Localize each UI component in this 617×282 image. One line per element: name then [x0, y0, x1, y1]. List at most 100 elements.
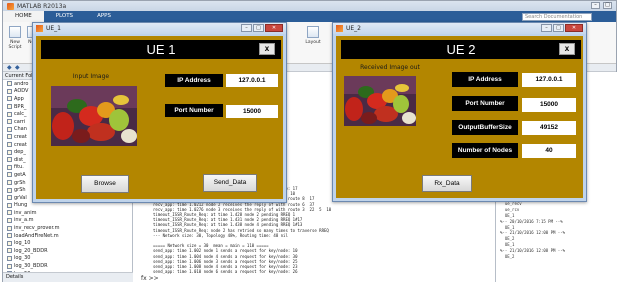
- ue1-titlebar: UE_1 – □ ✕: [33, 23, 286, 34]
- file-list-item[interactable]: log_10: [7, 239, 132, 247]
- ue1-close-button[interactable]: x: [259, 43, 275, 55]
- file-list-item[interactable]: log_20_BDDR: [7, 247, 132, 255]
- matlab-logo-icon: [336, 25, 343, 32]
- file-name: fitu.: [14, 164, 24, 171]
- layout-label: Layout: [305, 40, 321, 45]
- layout-icon: [307, 26, 319, 38]
- file-name: andro: [14, 80, 29, 87]
- file-name: grVal: [14, 194, 27, 201]
- search-documentation-input[interactable]: Search Documentation: [522, 13, 592, 21]
- command-output-line: send_app: time 1.010 node 6 sends a requ…: [153, 269, 298, 275]
- number-of-nodes-field[interactable]: 40: [522, 144, 576, 158]
- file-icon: [7, 164, 12, 170]
- send-data-button[interactable]: Send_Data: [203, 174, 257, 192]
- file-icon: [7, 233, 12, 239]
- minimize-icon[interactable]: –: [241, 24, 252, 32]
- tab-home[interactable]: HOME: [3, 11, 44, 22]
- ue1-header: UE 1: [41, 40, 281, 59]
- file-name: BPR_: [14, 103, 27, 110]
- file-name: inv_recv_prover.m: [14, 225, 60, 232]
- output-buffer-size-field[interactable]: 49152: [522, 121, 576, 135]
- ue2-window-title: UE_2: [346, 25, 361, 32]
- matlab-logo-icon: [36, 25, 43, 32]
- back-arrow-icon[interactable]: ◆: [7, 64, 12, 71]
- file-icon: [7, 210, 12, 216]
- maximize-icon[interactable]: □: [553, 24, 564, 32]
- tab-plots[interactable]: PLOTS: [44, 11, 85, 22]
- file-name: log_30: [14, 255, 31, 262]
- new-script-button[interactable]: New Script: [7, 26, 23, 50]
- ip-address-field[interactable]: 127.0.0.1: [226, 74, 278, 87]
- matlab-titlebar: MATLAB R2013a – □: [3, 1, 616, 11]
- history-entry[interactable]: UE_2: [500, 254, 565, 260]
- received-image-label: Received Image out: [360, 64, 420, 71]
- file-name: loadAndFireNet.m: [14, 232, 59, 239]
- history-entry[interactable]: %-- 20/10/2016 7:15 PM --%: [500, 219, 565, 225]
- command-prompt[interactable]: fx >>: [141, 275, 159, 282]
- file-name: dist_: [14, 156, 26, 163]
- file-icon: [7, 157, 12, 163]
- file-list-item[interactable]: inv_anim: [7, 209, 132, 217]
- file-icon: [7, 180, 12, 186]
- file-icon: [7, 248, 12, 254]
- file-name: App: [14, 95, 24, 102]
- file-icon: [7, 111, 12, 117]
- file-icon: [7, 172, 12, 178]
- port-number-label: Port Number: [452, 96, 518, 111]
- file-name: calc_: [14, 111, 27, 118]
- ue2-close-button[interactable]: x: [559, 43, 575, 55]
- file-name: log_20_BDDR: [14, 247, 48, 254]
- file-icon: [7, 126, 12, 132]
- vegetables-image: [51, 86, 137, 146]
- output-buffer-size-label: OutputBufferSize: [452, 120, 518, 135]
- file-name: Hung: [14, 202, 28, 209]
- port-number-field[interactable]: 15000: [226, 105, 278, 118]
- ip-address-label: IP Address: [452, 72, 518, 87]
- matlab-logo-icon: [7, 2, 14, 10]
- history-entry[interactable]: %-- 21/10/2016 12:08 PM --%: [500, 248, 565, 254]
- file-name: grSh: [14, 179, 26, 186]
- new-script-icon: [9, 26, 21, 38]
- minimize-icon[interactable]: –: [541, 24, 552, 32]
- file-name: carri: [14, 118, 26, 125]
- minimize-icon[interactable]: –: [591, 2, 600, 9]
- input-image: [51, 86, 137, 146]
- file-list-item[interactable]: log_30: [7, 255, 132, 263]
- file-icon: [7, 187, 12, 193]
- ip-address-field[interactable]: 127.0.0.1: [522, 73, 576, 87]
- browse-button[interactable]: Browse: [81, 175, 129, 193]
- file-icon: [7, 263, 12, 269]
- number-of-nodes-label: Number of Nodes: [452, 143, 518, 158]
- maximize-icon[interactable]: □: [253, 24, 264, 32]
- ue1-window-title: UE_1: [46, 25, 61, 32]
- new-script-label: New Script: [8, 40, 22, 50]
- ue2-window-controls: – □ ✕: [541, 24, 583, 32]
- file-icon: [7, 104, 12, 110]
- file-list-item[interactable]: loadAndFireNet.m: [7, 232, 132, 240]
- file-name: log_10: [14, 240, 31, 247]
- file-icon: [7, 142, 12, 148]
- details-panel[interactable]: Details: [3, 272, 133, 282]
- port-number-field[interactable]: 15000: [522, 98, 576, 112]
- forward-arrow-icon[interactable]: ◆: [15, 64, 20, 71]
- file-icon: [7, 240, 12, 246]
- file-list-item[interactable]: inv_recv_prover.m: [7, 224, 132, 232]
- ue1-window-controls: – □ ✕: [241, 24, 283, 32]
- layout-button[interactable]: Layout: [305, 26, 321, 45]
- tab-apps[interactable]: APPS: [85, 11, 123, 22]
- maximize-icon[interactable]: □: [603, 2, 612, 9]
- file-icon: [7, 96, 12, 102]
- file-icon: [7, 202, 12, 208]
- ue2-titlebar: UE_2 – □ ✕: [333, 23, 586, 34]
- file-list-item[interactable]: log_30_BDDR: [7, 262, 132, 270]
- rx-data-button[interactable]: Rx_Data: [422, 175, 472, 192]
- file-name: getA: [14, 171, 26, 178]
- input-image-label: Input Image: [72, 73, 110, 80]
- file-list-item[interactable]: inv_a.m: [7, 217, 132, 225]
- file-icon: [7, 149, 12, 155]
- file-name: grSh: [14, 187, 26, 194]
- close-icon[interactable]: ✕: [565, 24, 583, 32]
- file-name: inv_a.m: [14, 217, 34, 224]
- close-icon[interactable]: ✕: [265, 24, 283, 32]
- file-name: creat: [14, 141, 27, 148]
